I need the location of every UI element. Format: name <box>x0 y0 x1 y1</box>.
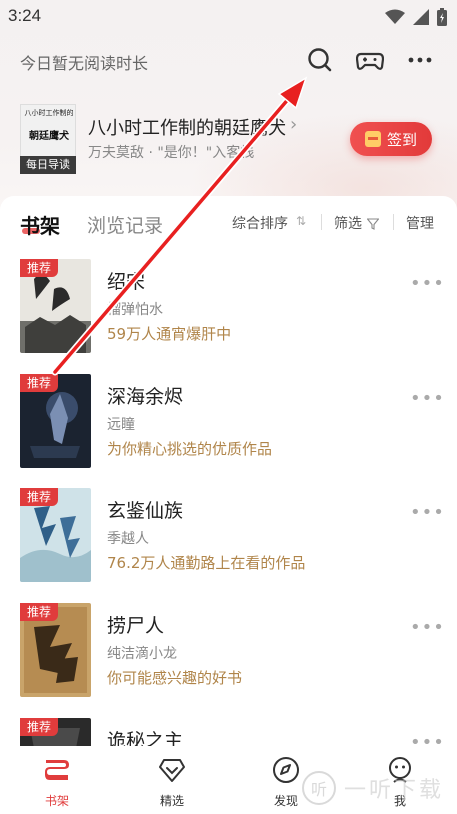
signal-icon <box>413 9 429 29</box>
watermark: 听 一听下载 <box>302 768 452 808</box>
daily-cover-title: 朝廷鹰犬 <box>29 131 69 142</box>
bookshelf-icon <box>43 756 71 784</box>
more-icon[interactable] <box>406 46 434 74</box>
status-bar: 3:24 <box>0 0 457 34</box>
more-icon[interactable]: ••• <box>410 732 445 746</box>
book-author: 榴弹怕水 <box>107 302 163 318</box>
divider <box>393 214 394 230</box>
tab-history[interactable]: 浏览记录 <box>87 211 163 238</box>
more-icon[interactable]: ••• <box>410 502 445 523</box>
list-item[interactable]: 推荐 深海余烬 远瞳 为你精心挑选的优质作品 ••• <box>0 374 457 474</box>
book-desc: 59万人通宵爆肝中 <box>107 325 232 343</box>
book-desc: 76.2万人通勤路上在看的作品 <box>107 554 306 572</box>
reading-time-hint: 今日暂无阅读时长 <box>20 54 149 73</box>
sort-button[interactable]: 综合排序 <box>232 213 288 233</box>
list-item[interactable]: 推荐 捞尸人 纯洁滴小龙 你可能感兴趣的好书 ••• <box>0 603 457 703</box>
chevron-right-icon[interactable]: › <box>290 114 297 135</box>
diamond-icon <box>158 756 186 784</box>
daily-book-subtitle: 万夫莫敌 · "是你！"入客栈 <box>88 145 255 161</box>
divider <box>321 214 322 230</box>
checkin-button[interactable]: 签到 <box>350 122 432 156</box>
status-icons <box>385 8 447 30</box>
status-time: 3:24 <box>8 6 42 25</box>
nav-item-featured[interactable]: 精选 <box>132 746 212 814</box>
filter-button[interactable]: 筛选 <box>334 213 362 233</box>
recommend-tag: 推荐 <box>20 718 58 736</box>
filter-icon <box>366 215 380 234</box>
nav-label: 精选 <box>159 794 184 808</box>
more-icon[interactable]: ••• <box>410 273 445 294</box>
book-desc: 为你精心挑选的优质作品 <box>107 440 273 458</box>
tab-bookshelf[interactable]: 书架 <box>20 210 60 239</box>
book-author: 季越人 <box>107 531 149 547</box>
nav-item-bookshelf[interactable]: 书架 <box>17 746 97 814</box>
daily-book-title[interactable]: 八小时工作制的朝廷鹰犬 <box>88 114 298 140</box>
daily-badge: 每日导读 <box>20 156 76 174</box>
checkin-label: 签到 <box>386 130 417 149</box>
recommend-tag: 推荐 <box>20 259 58 277</box>
book-desc: 你可能感兴趣的好书 <box>107 669 243 687</box>
sort-arrows-icon: ⇅ <box>296 214 307 228</box>
manage-button[interactable]: 管理 <box>406 213 434 233</box>
list-item[interactable]: 推荐 诡秘之主 ••• <box>0 718 457 746</box>
recommend-tag: 推荐 <box>20 374 58 392</box>
daily-cover-text: 八小时工作制的 <box>24 109 74 117</box>
list-item[interactable]: 推荐 绍宋 榴弹怕水 59万人通宵爆肝中 ••• <box>0 259 457 359</box>
book-title: 玄鉴仙族 <box>107 500 184 522</box>
more-icon[interactable]: ••• <box>410 617 445 638</box>
battery-icon <box>437 8 447 30</box>
book-title: 深海余烬 <box>107 386 184 408</box>
red-envelope-icon <box>364 131 381 147</box>
book-title: 诡秘之主 <box>107 730 184 746</box>
gamepad-icon[interactable] <box>355 46 385 74</box>
compass-icon <box>272 756 300 784</box>
recommend-tag: 推荐 <box>20 603 58 621</box>
watermark-logo: 听 <box>302 771 336 805</box>
book-author: 纯洁滴小龙 <box>107 646 177 662</box>
list-item[interactable]: 推荐 玄鉴仙族 季越人 76.2万人通勤路上在看的作品 ••• <box>0 488 457 588</box>
book-title: 捞尸人 <box>107 615 165 637</box>
nav-label: 书架 <box>44 794 69 808</box>
book-title: 绍宋 <box>107 271 146 293</box>
book-author: 远瞳 <box>107 417 135 433</box>
wifi-icon <box>385 9 405 29</box>
more-icon[interactable]: ••• <box>410 388 445 409</box>
search-icon[interactable] <box>306 46 334 74</box>
recommend-tag: 推荐 <box>20 488 58 506</box>
watermark-text: 一听下载 <box>344 778 445 803</box>
